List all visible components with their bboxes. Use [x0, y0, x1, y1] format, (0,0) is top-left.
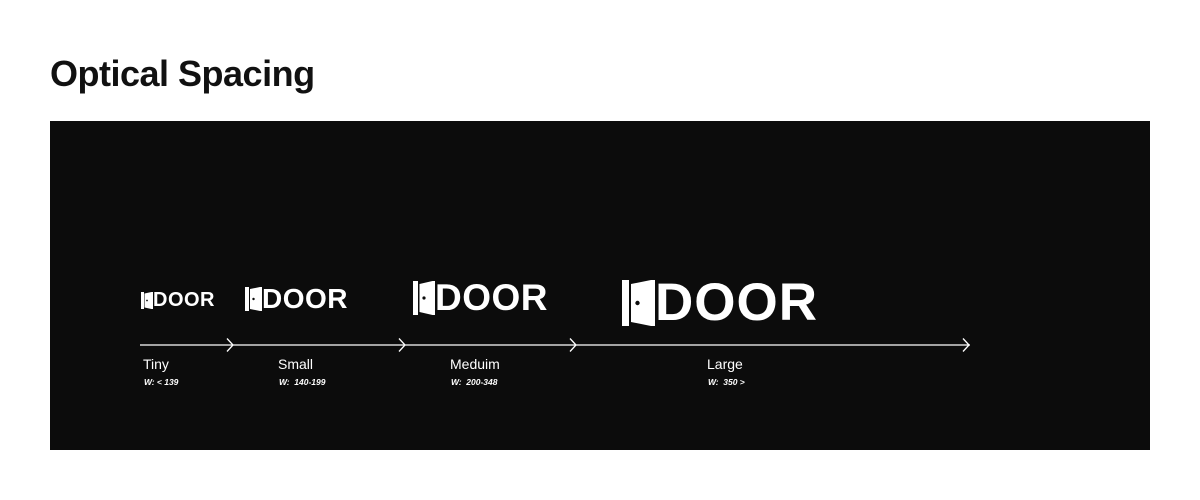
logo-tiny: DOOR [141, 290, 215, 310]
logo-wordmark: DOOR [655, 273, 818, 332]
door-icon [622, 279, 655, 326]
logo-wordmark: DOOR [435, 277, 548, 318]
arrow-icon [569, 338, 577, 352]
logo-wordmark: DOOR [153, 289, 215, 311]
arrow-icon [962, 338, 970, 352]
tier-width-medium: W: 200-348 [451, 377, 498, 387]
arrow-icon [398, 338, 406, 352]
logo-medium: DOOR [413, 279, 548, 316]
tier-width-large: W: 350 > [708, 377, 745, 387]
tier-label-tiny: Tiny [143, 356, 169, 372]
logo-wordmark: DOOR [262, 283, 348, 314]
door-icon [141, 291, 153, 309]
logo-large: DOOR [622, 276, 818, 329]
door-icon [413, 280, 435, 315]
tier-width-small: W: 140-199 [279, 377, 326, 387]
door-icon [245, 287, 262, 311]
page-title: Optical Spacing [50, 53, 315, 94]
optical-spacing-panel: DOOR DOOR DOOR DOOR Tiny W: < 139 Small … [50, 121, 1150, 450]
tier-width-tiny: W: < 139 [144, 377, 179, 387]
size-timeline [140, 338, 970, 352]
arrow-icon [226, 338, 234, 352]
tier-label-medium: Meduim [450, 356, 500, 372]
page: Optical Spacing DOOR DOOR DOOR DOOR Tiny… [0, 0, 1200, 500]
tier-label-small: Small [278, 356, 314, 372]
tier-label-large: Large [707, 356, 743, 372]
logo-small: DOOR [245, 285, 348, 313]
